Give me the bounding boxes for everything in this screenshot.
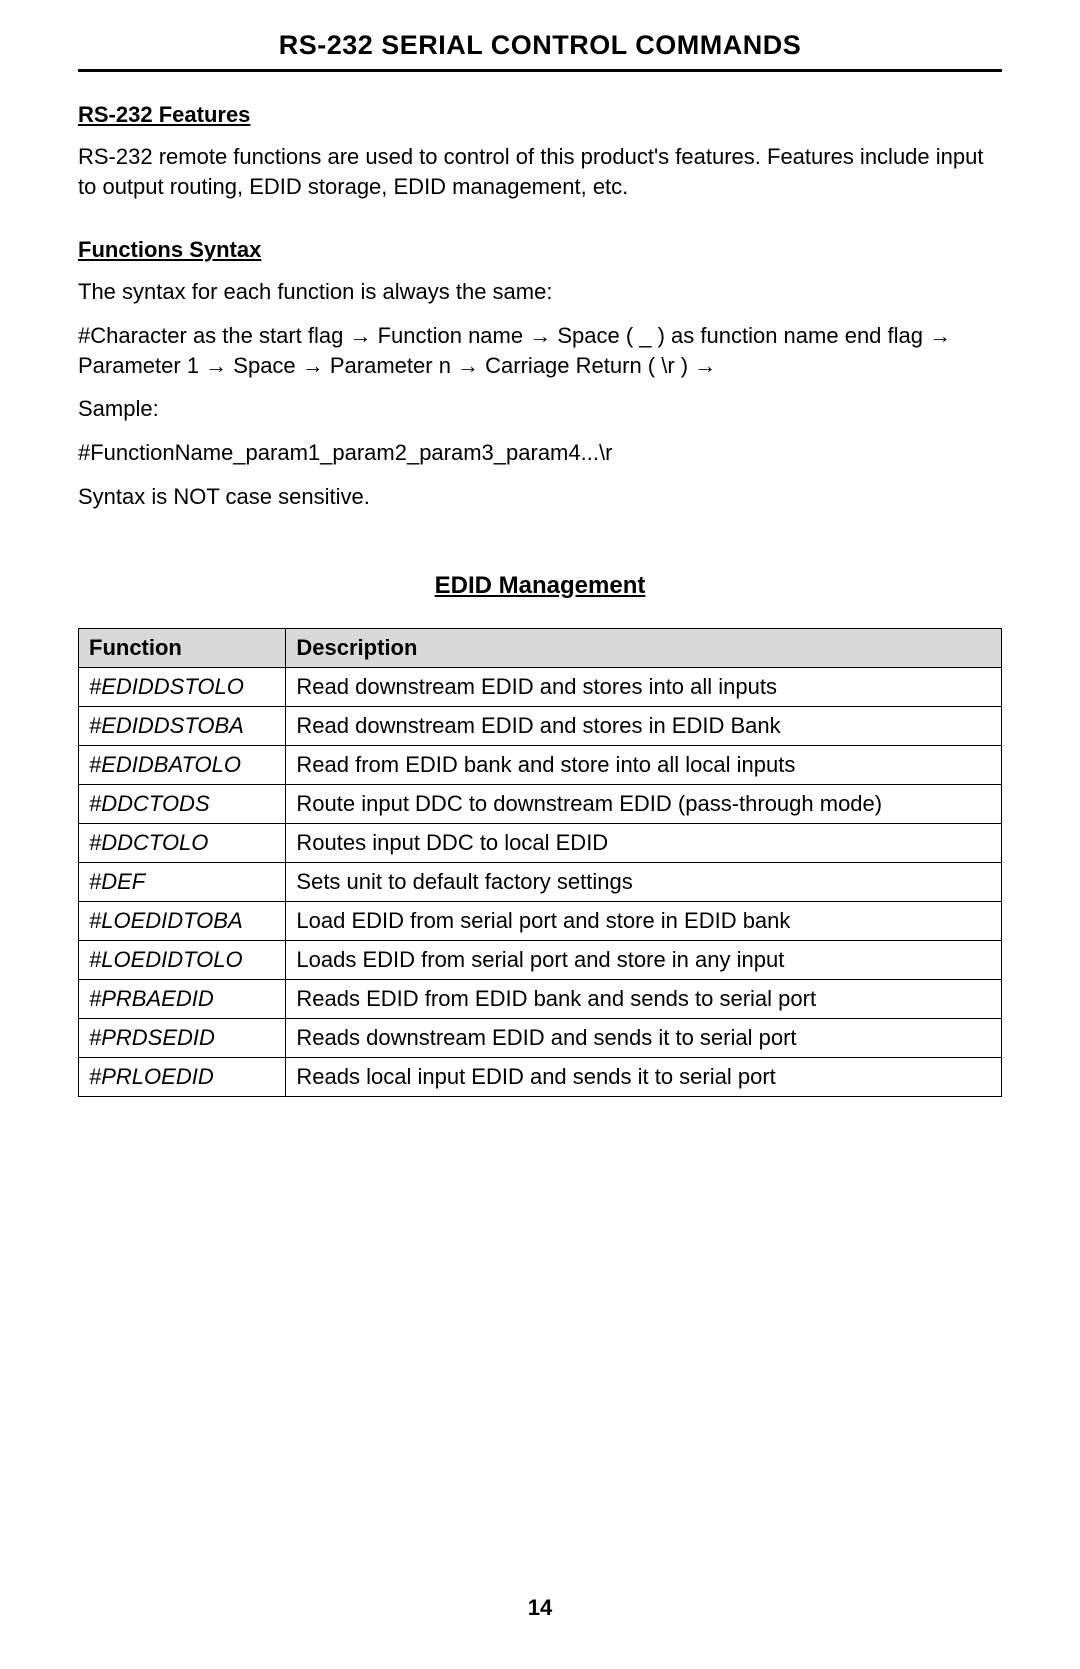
col-function: Function: [79, 628, 286, 667]
fn-cell: #EDIDDSTOLO: [79, 667, 286, 706]
fn-cell: #PRLOEDID: [79, 1057, 286, 1096]
fn-cell: #EDIDDSTOBA: [79, 706, 286, 745]
table-row: #DDCTODS Route input DDC to downstream E…: [79, 784, 1002, 823]
syntax-note: Syntax is NOT case sensitive.: [78, 482, 1002, 512]
table-row: #EDIDDSTOBA Read downstream EDID and sto…: [79, 706, 1002, 745]
desc-cell: Read downstream EDID and stores into all…: [286, 667, 1002, 706]
syntax-heading: Functions Syntax: [78, 237, 1002, 263]
desc-cell: Reads local input EDID and sends it to s…: [286, 1057, 1002, 1096]
desc-cell: Loads EDID from serial port and store in…: [286, 940, 1002, 979]
table-header-row: Function Description: [79, 628, 1002, 667]
syntax-sample: #FunctionName_param1_param2_param3_param…: [78, 438, 1002, 468]
table-row: #LOEDIDTOLO Loads EDID from serial port …: [79, 940, 1002, 979]
table-row: #PRDSEDID Reads downstream EDID and send…: [79, 1018, 1002, 1057]
desc-cell: Route input DDC to downstream EDID (pass…: [286, 784, 1002, 823]
fn-cell: #PRDSEDID: [79, 1018, 286, 1057]
fn-cell: #PRBAEDID: [79, 979, 286, 1018]
table-row: #DDCTOLO Routes input DDC to local EDID: [79, 823, 1002, 862]
desc-cell: Read downstream EDID and stores in EDID …: [286, 706, 1002, 745]
desc-cell: Read from EDID bank and store into all l…: [286, 745, 1002, 784]
title-rule: [78, 69, 1002, 72]
fn-cell: #DDCTOLO: [79, 823, 286, 862]
fn-cell: #DEF: [79, 862, 286, 901]
table-row: #DEF Sets unit to default factory settin…: [79, 862, 1002, 901]
desc-cell: Reads EDID from EDID bank and sends to s…: [286, 979, 1002, 1018]
fn-cell: #LOEDIDTOLO: [79, 940, 286, 979]
features-text: RS-232 remote functions are used to cont…: [78, 142, 1002, 201]
table-row: #PRBAEDID Reads EDID from EDID bank and …: [79, 979, 1002, 1018]
edid-table: Function Description #EDIDDSTOLO Read do…: [78, 628, 1002, 1097]
page: RS-232 SERIAL CONTROL COMMANDS RS-232 Fe…: [0, 0, 1080, 1669]
table-row: #LOEDIDTOBA Load EDID from serial port a…: [79, 901, 1002, 940]
desc-cell: Load EDID from serial port and store in …: [286, 901, 1002, 940]
features-heading: RS-232 Features: [78, 102, 1002, 128]
syntax-detail: #Character as the start flag → Function …: [78, 321, 1002, 380]
page-number: 14: [0, 1595, 1080, 1621]
desc-cell: Routes input DDC to local EDID: [286, 823, 1002, 862]
table-row: #PRLOEDID Reads local input EDID and sen…: [79, 1057, 1002, 1096]
table-row: #EDIDDSTOLO Read downstream EDID and sto…: [79, 667, 1002, 706]
page-title: RS-232 SERIAL CONTROL COMMANDS: [78, 30, 1002, 69]
edid-heading: EDID Management: [78, 572, 1002, 600]
syntax-intro: The syntax for each function is always t…: [78, 277, 1002, 307]
col-description: Description: [286, 628, 1002, 667]
desc-cell: Reads downstream EDID and sends it to se…: [286, 1018, 1002, 1057]
table-row: #EDIDBATOLO Read from EDID bank and stor…: [79, 745, 1002, 784]
fn-cell: #EDIDBATOLO: [79, 745, 286, 784]
fn-cell: #LOEDIDTOBA: [79, 901, 286, 940]
syntax-sample-label: Sample:: [78, 394, 1002, 424]
fn-cell: #DDCTODS: [79, 784, 286, 823]
desc-cell: Sets unit to default factory settings: [286, 862, 1002, 901]
